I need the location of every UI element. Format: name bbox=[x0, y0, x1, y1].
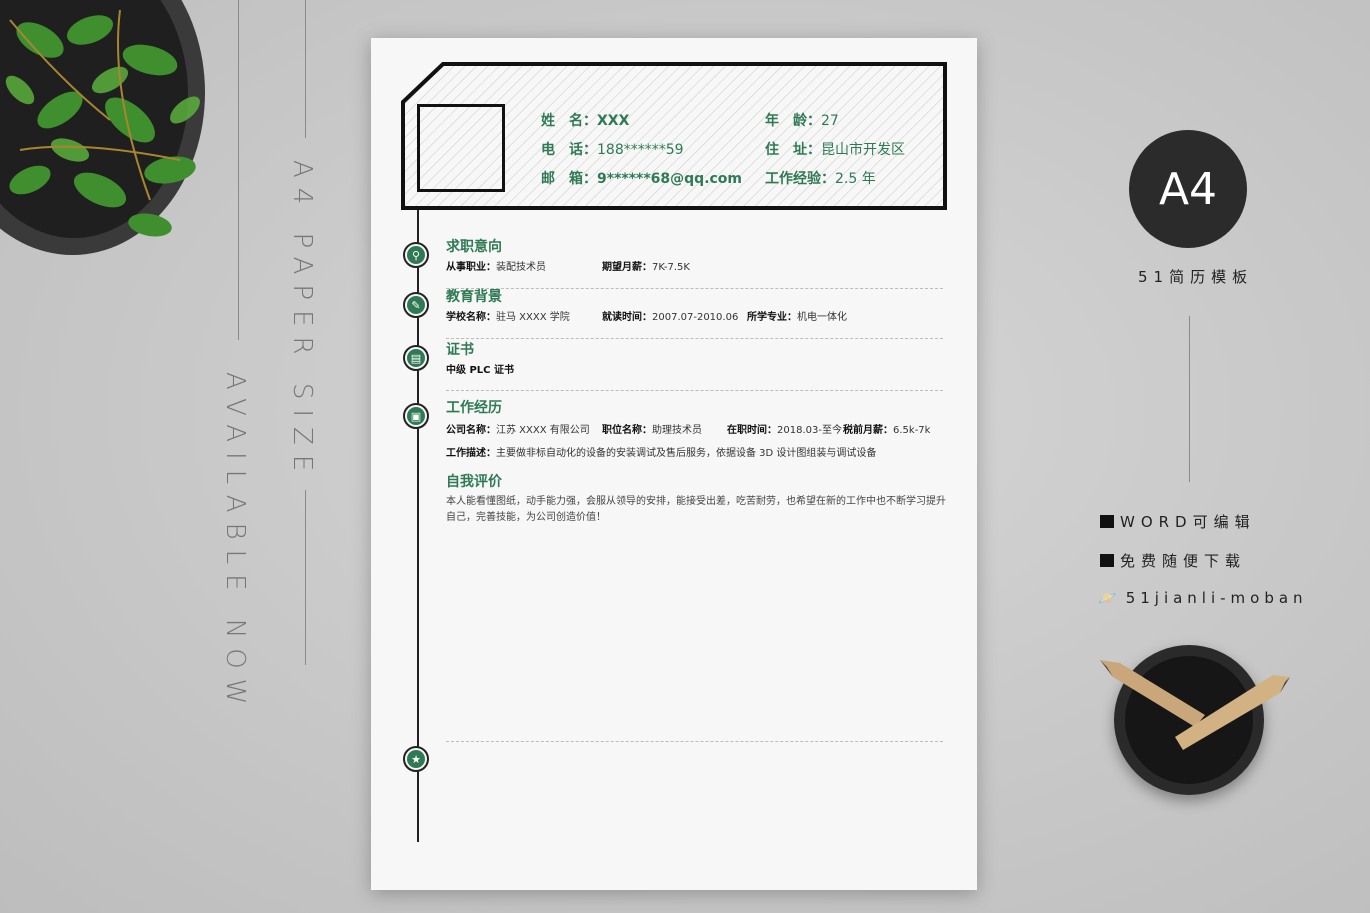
section-divider bbox=[446, 741, 943, 742]
certificate-item: 中级 PLC 证书 bbox=[446, 365, 515, 376]
work-tenure: 在职时间：2018.03-至今 bbox=[727, 425, 842, 436]
briefcase-icon: ▣ bbox=[407, 407, 425, 425]
info-email: 邮 箱：9******68@qq.com bbox=[541, 171, 743, 187]
info-age: 年 龄：27 bbox=[765, 113, 839, 129]
section-title-education: 教育背景 bbox=[446, 289, 502, 305]
work-description: 工作描述：主要做非标自动化的设备的安装调试及售后服务，依据设备 3D 设计图组装… bbox=[446, 448, 877, 459]
section-divider bbox=[446, 338, 943, 339]
timeline-node: ✎ bbox=[403, 292, 429, 318]
paper-size-text: A4 PAPER SIZE bbox=[287, 160, 317, 482]
brand-name: 51简历模板 bbox=[1138, 268, 1254, 286]
square-bullet-icon bbox=[1100, 515, 1114, 528]
work-company: 公司名称：江苏 XXXX 有限公司 bbox=[446, 425, 590, 436]
education-school: 学校名称：驻马 XXXX 学院 bbox=[446, 312, 570, 323]
graduation-icon: ✎ bbox=[407, 296, 425, 314]
divider-line bbox=[1189, 316, 1190, 482]
section-title-intent: 求职意向 bbox=[446, 239, 502, 255]
person-icon: ⚲ bbox=[407, 246, 425, 264]
section-title-work: 工作经历 bbox=[446, 400, 502, 416]
a4-badge: A4 bbox=[1129, 130, 1247, 248]
available-now-text: AVAILABLE NOW bbox=[220, 372, 250, 715]
divider-line bbox=[238, 0, 239, 340]
self-evaluation-text: 本人能看懂图纸，动手能力强，会服从领导的安排，能接受出差，吃苦耐劳，也希望在新的… bbox=[446, 496, 946, 523]
square-bullet-icon bbox=[1100, 554, 1114, 567]
section-divider bbox=[446, 288, 943, 289]
timeline-node: ▤ bbox=[403, 345, 429, 371]
star-icon: ★ bbox=[407, 750, 425, 768]
photo-placeholder[interactable] bbox=[417, 104, 505, 192]
timeline-node: ★ bbox=[403, 746, 429, 772]
section-divider bbox=[446, 390, 943, 391]
work-position: 职位名称：助理技术员 bbox=[602, 425, 702, 436]
resume-paper: 姓 名：XXX 电 话：188******59 邮 箱：9******68@qq… bbox=[371, 38, 977, 890]
site-link[interactable]: 🪐 51jianli-moban bbox=[1098, 589, 1308, 607]
intent-salary: 期望月薪：7K-7.5K bbox=[602, 262, 690, 273]
education-period: 就读时间：2007.07-2010.06 bbox=[602, 312, 739, 323]
planet-icon: 🪐 bbox=[1098, 589, 1122, 607]
info-experience: 工作经验：2.5 年 bbox=[765, 171, 876, 187]
divider-line bbox=[305, 490, 306, 665]
plant-leaves-image bbox=[5, 9, 200, 237]
education-major: 所学专业：机电一体化 bbox=[747, 312, 847, 323]
work-pay: 税前月薪：6.5k-7k bbox=[843, 425, 931, 436]
info-name: 姓 名：XXX bbox=[541, 113, 630, 129]
feature-free-download: 免费随便下载 bbox=[1100, 550, 1246, 571]
info-address: 住 址：昆山市开发区 bbox=[765, 142, 905, 158]
timeline-node: ▣ bbox=[403, 403, 429, 429]
info-phone: 电 话：188******59 bbox=[541, 142, 684, 158]
timeline-node: ⚲ bbox=[403, 242, 429, 268]
section-title-self: 自我评价 bbox=[446, 474, 502, 490]
section-title-certificates: 证书 bbox=[446, 342, 474, 358]
divider-line bbox=[305, 0, 306, 138]
feature-word-editable: WORD可编辑 bbox=[1100, 511, 1256, 532]
document-icon: ▤ bbox=[407, 349, 425, 367]
pencils-image bbox=[1100, 660, 1290, 750]
intent-job: 从事职业：装配技术员 bbox=[446, 262, 546, 273]
